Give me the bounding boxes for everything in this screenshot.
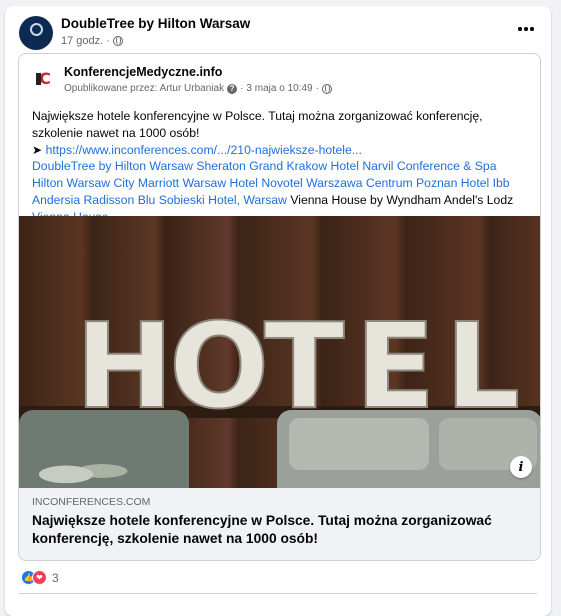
divider	[19, 593, 537, 594]
photo-letter: T	[263, 297, 345, 435]
dot-icon	[518, 27, 522, 31]
page-avatar[interactable]: ​	[19, 16, 53, 50]
post-header: ​ DoubleTree by Hilton Warsaw 17 godz. ·	[19, 14, 537, 54]
link-title[interactable]: Największe hotele konferencyjne w Polsce…	[32, 512, 528, 548]
shared-post: C KonferencjeMedyczne.info Opublikowane …	[18, 53, 541, 561]
hotel-tag[interactable]: Radisson Blu Sobieski Hotel, Warsaw	[84, 193, 287, 207]
shared-meta: Opublikowane przez: Artur Urbaniak ? · 3…	[64, 83, 332, 94]
konferencje-logo-icon: C	[36, 69, 51, 88]
hotel-tag: Vienna House by Wyndham Andel's Lodz	[290, 193, 514, 207]
page-name-link[interactable]: DoubleTree by Hilton Warsaw	[61, 16, 250, 31]
shared-page-name-link[interactable]: KonferencjeMedyczne.info	[64, 65, 222, 79]
post-card: ​ DoubleTree by Hilton Warsaw 17 godz. ·…	[5, 6, 551, 616]
hotel-tag[interactable]: Sheraton Grand Krakow	[196, 159, 327, 173]
hotel-tag[interactable]: DoubleTree by Hilton Warsaw	[32, 159, 193, 173]
help-icon[interactable]: ?	[227, 83, 238, 94]
more-options-button[interactable]	[513, 16, 539, 42]
post-time[interactable]: 17 godz.	[61, 35, 103, 47]
globe-icon	[321, 83, 332, 94]
hotel-tag[interactable]: Hotel Novotel Warszawa Centrum	[230, 176, 413, 190]
arrow-glyph: ➤	[32, 143, 43, 157]
hotel-tag[interactable]: Marriott Warsaw	[138, 176, 226, 190]
dot-icon	[524, 27, 528, 31]
photo-letter: L	[444, 297, 521, 435]
post-meta: 17 godz. ·	[61, 35, 123, 47]
doubletree-logo-icon	[29, 23, 43, 36]
plant	[39, 454, 129, 488]
photo-letter: H	[74, 297, 175, 435]
photo-letter: E	[354, 297, 437, 435]
shared-page-avatar[interactable]: C	[32, 66, 58, 92]
link-domain: INCONFERENCES.COM	[32, 496, 151, 508]
published-by: Opublikowane przez: Artur Urbaniak	[64, 83, 225, 94]
link-preview-footer[interactable]: INCONFERENCES.COM Największe hotele konf…	[19, 488, 540, 560]
shared-post-text: Największe hotele konferencyjne w Polsce…	[32, 108, 526, 159]
shared-date[interactable]: 3 maja o 10:49	[246, 83, 312, 94]
link-preview-image[interactable]: HOTEL i	[19, 216, 540, 488]
reactions-summary[interactable]: 👍 ❤ 3	[21, 570, 59, 585]
reaction-count: 3	[52, 570, 59, 585]
cushion	[289, 418, 429, 470]
info-icon[interactable]: i	[510, 456, 532, 478]
photo-letter: O	[168, 297, 270, 435]
globe-icon	[112, 36, 123, 46]
hotel-tag[interactable]: Hilton Warsaw City	[32, 176, 134, 190]
love-icon: ❤	[32, 570, 47, 585]
hotel-tag[interactable]: Hotel Narvil Conference & Spa	[331, 159, 497, 173]
post-body-text: Największe hotele konferencyjne w Polsce…	[32, 109, 483, 140]
dot-icon	[530, 27, 534, 31]
hotel-tag[interactable]: Poznan Hotel	[416, 176, 489, 190]
article-url-link[interactable]: https://www.inconferences.com/.../210-na…	[46, 143, 362, 157]
